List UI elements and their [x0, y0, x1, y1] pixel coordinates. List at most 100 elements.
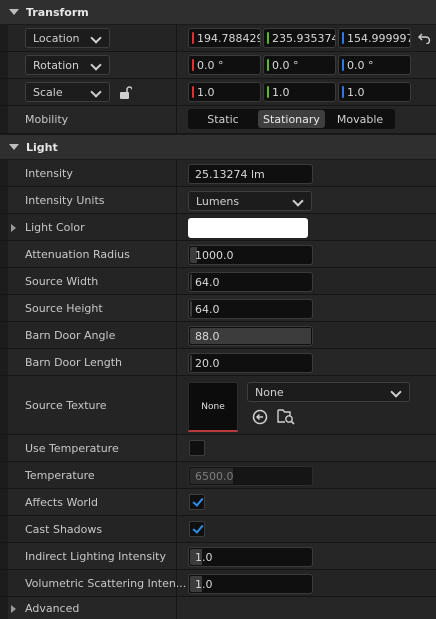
intensity-units-label: Intensity Units	[25, 193, 105, 207]
column-divider	[176, 489, 177, 515]
row-gutter	[0, 25, 8, 51]
chevron-down-icon	[90, 86, 102, 98]
collapse-arrow-icon	[9, 144, 19, 150]
column-divider	[176, 106, 177, 133]
scale-label: Scale	[33, 85, 63, 99]
volumetric-scattering-intensity-field[interactable]: 1.0	[188, 574, 313, 594]
column-divider	[176, 376, 177, 434]
barn-door-angle-field[interactable]: 88.0	[188, 326, 313, 346]
row-gutter	[0, 268, 8, 294]
row-gutter	[0, 79, 8, 105]
intensity-units-dropdown[interactable]: Lumens	[188, 191, 312, 211]
source-texture-label: Source Texture	[25, 398, 107, 412]
cast-shadows-checkbox[interactable]	[189, 521, 205, 537]
slider-fill	[190, 355, 192, 371]
location-y-field[interactable]: 235.935374	[263, 28, 336, 48]
rotation-x-field[interactable]: 0.0 °	[188, 55, 261, 75]
light-section-header[interactable]: Light	[0, 135, 436, 159]
transform-section-header[interactable]: Transform	[0, 0, 436, 24]
light-color-label: Light Color	[25, 220, 85, 234]
expand-arrow-icon[interactable]	[11, 224, 16, 232]
use-temperature-label: Use Temperature	[25, 441, 119, 455]
column-divider	[176, 349, 177, 375]
mobility-row: Mobility Static Stationary Movable	[0, 106, 436, 134]
location-mode-dropdown[interactable]: Location	[25, 28, 110, 48]
row-gutter	[0, 349, 8, 375]
column-divider	[176, 268, 177, 294]
barn-door-angle-row: Barn Door Angle 88.0	[0, 322, 436, 349]
affects-world-checkbox[interactable]	[189, 494, 205, 510]
indirect-lighting-intensity-row: Indirect Lighting Intensity 1.0	[0, 543, 436, 570]
scale-y-field[interactable]: 1.0	[263, 82, 336, 102]
column-divider	[176, 187, 177, 213]
row-gutter	[0, 597, 8, 619]
location-x-field[interactable]: 194.788429	[188, 28, 261, 48]
rotation-z-field[interactable]: 0.0 °	[338, 55, 411, 75]
location-z-field[interactable]: 154.999997	[338, 28, 411, 48]
rotation-label: Rotation	[33, 58, 80, 72]
intensity-label: Intensity	[25, 166, 73, 180]
column-divider	[176, 214, 177, 240]
advanced-label: Advanced	[25, 601, 80, 615]
mobility-static-option[interactable]: Static	[190, 109, 256, 129]
advanced-row[interactable]: Advanced	[0, 597, 436, 619]
intensity-field[interactable]: 25.13274 lm	[188, 164, 313, 184]
column-divider	[176, 295, 177, 321]
mobility-movable-option[interactable]: Movable	[327, 109, 393, 129]
row-gutter	[0, 462, 8, 488]
barn-door-length-field[interactable]: 20.0	[188, 353, 313, 373]
mobility-label: Mobility	[25, 113, 69, 126]
column-divider	[176, 543, 177, 569]
browse-asset-icon[interactable]	[277, 408, 295, 425]
volumetric-scattering-intensity-row: Volumetric Scattering Inten... 1.0	[0, 570, 436, 597]
chevron-down-icon	[90, 59, 102, 71]
temperature-row: Temperature 6500.0	[0, 462, 436, 489]
source-width-label: Source Width	[25, 274, 99, 288]
column-divider	[176, 570, 177, 596]
rotation-mode-dropdown[interactable]: Rotation	[25, 55, 110, 75]
source-height-row: Source Height 64.0	[0, 295, 436, 322]
row-gutter	[0, 489, 8, 515]
column-divider	[176, 597, 177, 619]
source-height-label: Source Height	[25, 301, 103, 315]
source-width-field[interactable]: 64.0	[188, 272, 313, 292]
source-texture-thumbnail-text: None	[201, 401, 225, 412]
indirect-lighting-intensity-label: Indirect Lighting Intensity	[25, 549, 166, 563]
scale-z-field[interactable]: 1.0	[338, 82, 411, 102]
temperature-field[interactable]: 6500.0	[188, 466, 313, 486]
row-gutter	[0, 570, 8, 596]
scale-row: Scale 1.0 1.0 1.0	[0, 79, 436, 106]
source-width-row: Source Width 64.0	[0, 268, 436, 295]
column-divider	[176, 322, 177, 348]
reset-to-default-icon[interactable]	[418, 33, 431, 44]
light-header-label: Light	[26, 140, 58, 154]
volumetric-scattering-intensity-label: Volumetric Scattering Inten...	[25, 576, 187, 590]
column-divider	[176, 79, 177, 105]
attenuation-radius-label: Attenuation Radius	[25, 247, 130, 261]
chevron-down-icon	[90, 32, 102, 44]
scale-mode-dropdown[interactable]: Scale	[25, 82, 110, 102]
cast-shadows-label: Cast Shadows	[25, 522, 103, 536]
rotation-y-field[interactable]: 0.0 °	[263, 55, 336, 75]
expand-arrow-icon[interactable]	[11, 605, 16, 613]
source-texture-dropdown[interactable]: None	[247, 382, 410, 402]
intensity-units-row: Intensity Units Lumens	[0, 187, 436, 214]
unlock-icon[interactable]	[118, 86, 132, 100]
slider-fill	[190, 274, 192, 290]
light-color-swatch[interactable]	[188, 218, 308, 238]
scale-x-field[interactable]: 1.0	[188, 82, 261, 102]
source-texture-thumbnail[interactable]: None	[188, 382, 238, 432]
row-gutter	[0, 241, 8, 267]
source-texture-value: None	[255, 385, 284, 399]
indirect-lighting-intensity-field[interactable]: 1.0	[188, 547, 313, 567]
chevron-down-icon	[292, 195, 304, 207]
column-divider	[176, 52, 177, 78]
column-divider	[176, 241, 177, 267]
use-temperature-row: Use Temperature	[0, 435, 436, 462]
mobility-stationary-option[interactable]: Stationary	[258, 110, 325, 128]
intensity-row: Intensity 25.13274 lm	[0, 160, 436, 187]
use-temperature-checkbox[interactable]	[189, 440, 205, 456]
use-selected-asset-icon[interactable]	[252, 409, 268, 425]
attenuation-radius-field[interactable]: 1000.0	[188, 245, 313, 265]
source-height-field[interactable]: 64.0	[188, 299, 313, 319]
